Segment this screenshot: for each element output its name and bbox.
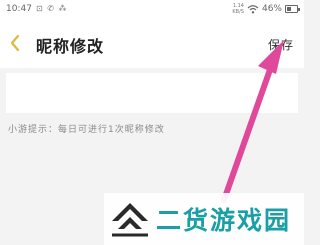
wifi-icon xyxy=(247,5,259,14)
nav-bar: 昵称修改 保存 xyxy=(0,20,304,68)
status-right-group: 1.14 KB/S 46% xyxy=(232,3,300,15)
battery-percent: 46% xyxy=(261,4,282,14)
nickname-input[interactable] xyxy=(6,73,298,113)
network-speed-unit: KB/S xyxy=(232,9,244,15)
status-time: 10:47 xyxy=(6,4,32,14)
save-button[interactable]: 保存 xyxy=(268,36,294,53)
nickname-change-tip: 小游提示：每日可进行1次昵称修改 xyxy=(8,125,165,135)
network-speed: 1.14 KB/S xyxy=(232,3,244,15)
notification-icons: ⊡ ✆ ⁂ xyxy=(36,4,68,13)
page-title: 昵称修改 xyxy=(36,37,105,56)
watermark-text: 二货游戏园 xyxy=(156,206,292,235)
status-bar: 10:47 ⊡ ✆ ⁂ 1.14 KB/S 46% xyxy=(0,0,304,20)
battery-icon xyxy=(285,5,300,13)
watermark: 二货游戏园 xyxy=(104,193,304,245)
watermark-logo-icon xyxy=(112,203,148,237)
back-chevron-icon[interactable] xyxy=(8,32,22,54)
battery-fill xyxy=(287,7,292,11)
